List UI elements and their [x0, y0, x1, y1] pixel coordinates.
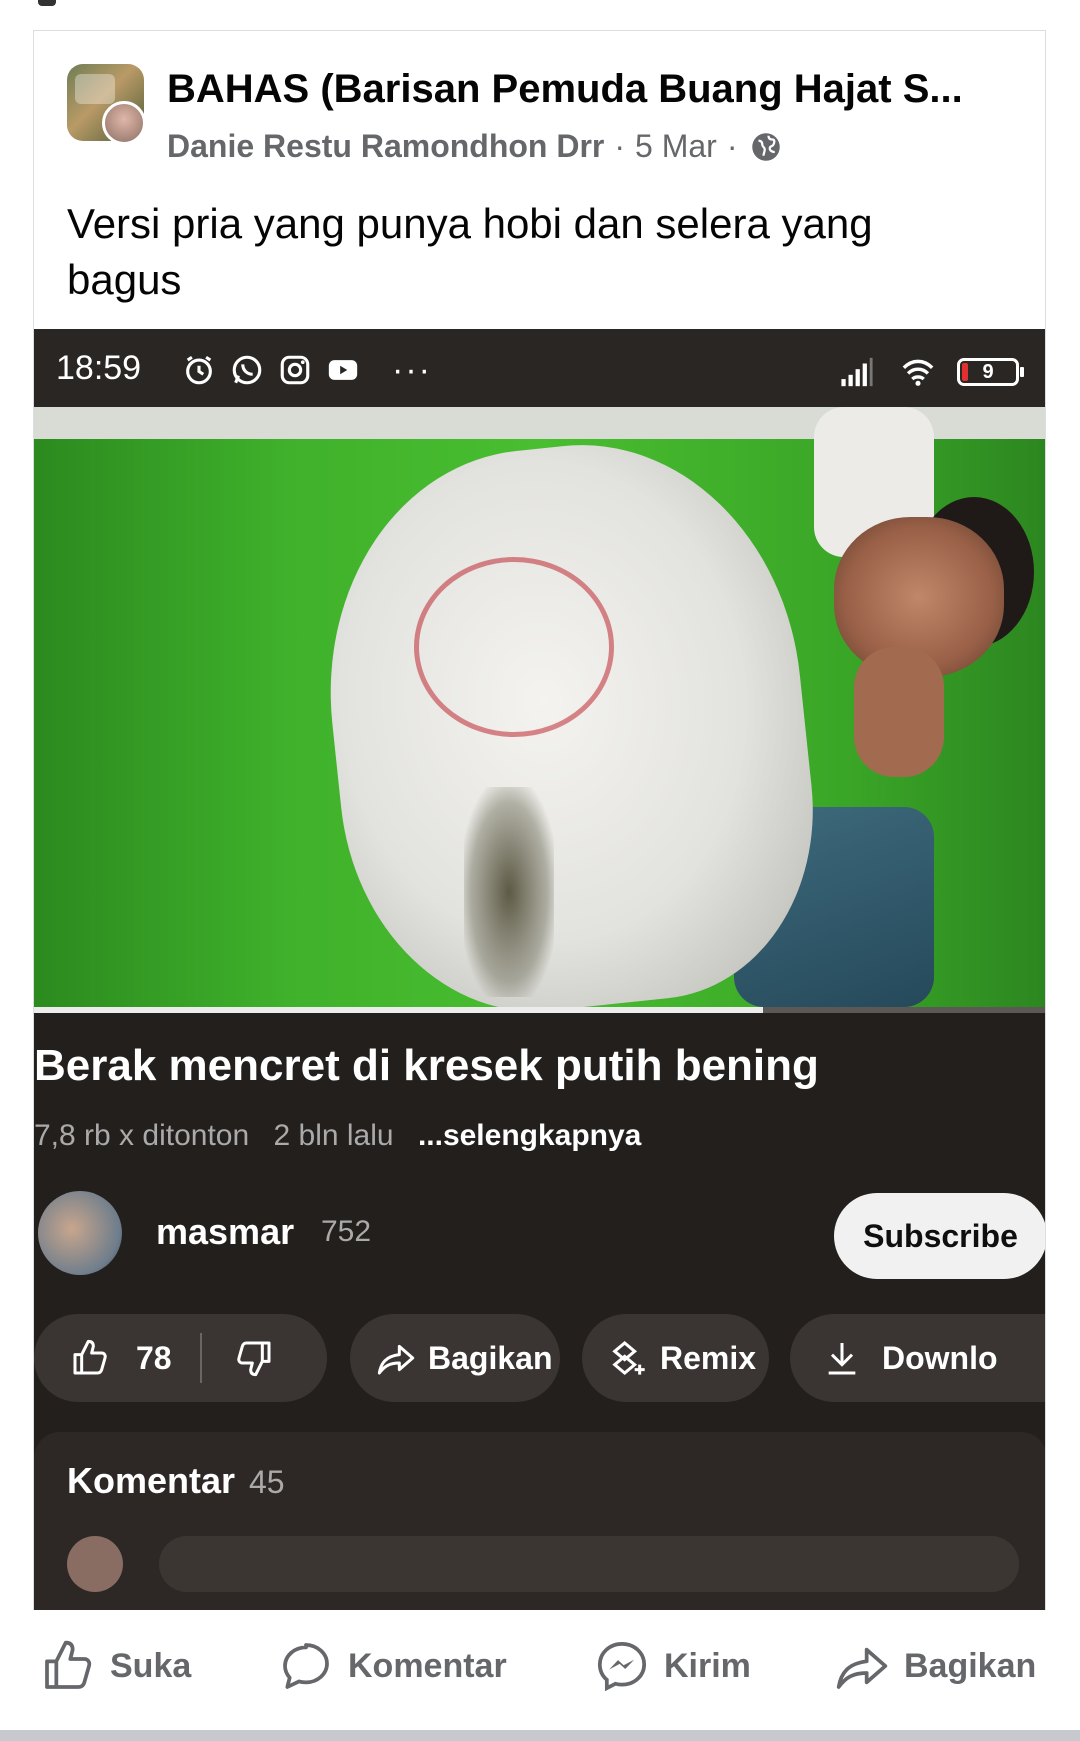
commenter-avatar [67, 1536, 123, 1592]
remix-icon [612, 1341, 645, 1375]
embedded-screenshot[interactable]: 18:59 ··· 9 Berak mencret di kresek puti… [34, 329, 1045, 1610]
author-name[interactable]: Danie Restu Ramondhon Drr [167, 128, 604, 165]
video-progress-fill [34, 1007, 764, 1013]
channel-name[interactable]: masmar [156, 1211, 294, 1253]
bottom-divider [0, 1730, 1080, 1741]
whatsapp-icon [232, 355, 262, 385]
post-caption: Versi pria yang punya hobi dan selera ya… [67, 200, 873, 303]
remix-label: Remix [660, 1339, 757, 1376]
signal-icon [841, 357, 873, 387]
video-frame-arm [854, 647, 944, 777]
like-dislike-pill: 78 [34, 1314, 327, 1402]
group-name[interactable]: BAHAS (Barisan Pemuda Buang Hajat S... [167, 67, 1017, 112]
share-label: Bagikan [428, 1339, 553, 1376]
previous-post-remnant [38, 0, 56, 6]
share-post-label: Bagikan [904, 1646, 1037, 1685]
video-title: Berak mencret di kresek putih bening [34, 1041, 819, 1090]
phone-status-bar: 18:59 ··· 9 [34, 329, 1045, 407]
youtube-icon [328, 360, 358, 380]
globe-icon [752, 132, 781, 161]
comments-count: 45 [249, 1464, 285, 1500]
meta-separator-2: · [726, 128, 738, 164]
status-notification-icons: ··· [182, 353, 432, 387]
author-avatar[interactable] [102, 101, 146, 145]
channel-avatar[interactable] [38, 1191, 122, 1275]
subscriber-count: 752 [321, 1215, 372, 1248]
comments-section[interactable]: Komentar 45 [34, 1432, 1045, 1610]
like-divider [199, 1333, 202, 1383]
send-label: Kirim [664, 1646, 751, 1685]
like-count: 78 [136, 1339, 172, 1376]
like-label: Suka [110, 1646, 192, 1685]
download-icon [828, 1343, 856, 1375]
remix-button[interactable]: Remix [582, 1314, 769, 1402]
more-notifications-icon: ··· [392, 351, 432, 389]
share-arrow-icon [377, 1344, 415, 1375]
share-post-button[interactable]: Bagikan [834, 1638, 1036, 1694]
comment-label: Komentar [348, 1646, 507, 1685]
video-frame-bag-logo [414, 557, 614, 737]
download-label: Downlo [882, 1339, 998, 1376]
video-meta: 7,8 rb x ditonton 2 bln lalu ...selengka… [34, 1119, 657, 1153]
post-date[interactable]: 5 Mar [635, 128, 717, 165]
facebook-post-card: BAHAS (Barisan Pemuda Buang Hajat S... D… [33, 30, 1046, 1610]
comment-button[interactable]: Komentar [278, 1638, 507, 1694]
video-action-row: 78 Bagikan Remix Downlo [34, 1314, 1045, 1402]
thumbs-up-icon[interactable] [70, 1338, 110, 1378]
messenger-icon [597, 1641, 647, 1692]
thumbs-down-icon[interactable] [234, 1338, 274, 1378]
alarm-icon [186, 355, 212, 385]
video-progress-bar[interactable] [34, 1007, 1045, 1013]
view-count: 7,8 rb x ditonton [34, 1119, 250, 1152]
share-arrow-icon [836, 1647, 888, 1689]
instagram-icon [280, 355, 310, 385]
post-action-bar: Suka Komentar Kirim Bagikan [0, 1610, 1080, 1730]
comment-input[interactable] [159, 1536, 1019, 1592]
post-meta: Danie Restu Ramondhon Drr · 5 Mar · [167, 128, 781, 165]
comment-bubble-icon [283, 1643, 329, 1689]
like-button[interactable]: Suka [40, 1638, 191, 1694]
subscribe-button[interactable]: Subscribe [834, 1193, 1045, 1279]
comments-label: Komentar [67, 1460, 236, 1501]
video-player[interactable] [34, 407, 1045, 1007]
meta-separator: · [614, 128, 626, 164]
post-header: BAHAS (Barisan Pemuda Buang Hajat S... D… [34, 31, 1045, 329]
thumbs-up-icon [45, 1640, 92, 1689]
send-button[interactable]: Kirim [594, 1638, 751, 1694]
status-system-icons: 9 [835, 355, 1024, 389]
video-frame-stain [464, 787, 554, 997]
status-time: 18:59 [56, 349, 142, 387]
share-button[interactable]: Bagikan [350, 1314, 560, 1402]
battery-icon: 9 [957, 358, 1024, 386]
download-button[interactable]: Downlo [790, 1314, 1045, 1402]
show-more-link[interactable]: ...selengkapnya [418, 1119, 641, 1152]
wifi-icon [902, 359, 934, 386]
upload-age: 2 bln lalu [273, 1119, 394, 1152]
